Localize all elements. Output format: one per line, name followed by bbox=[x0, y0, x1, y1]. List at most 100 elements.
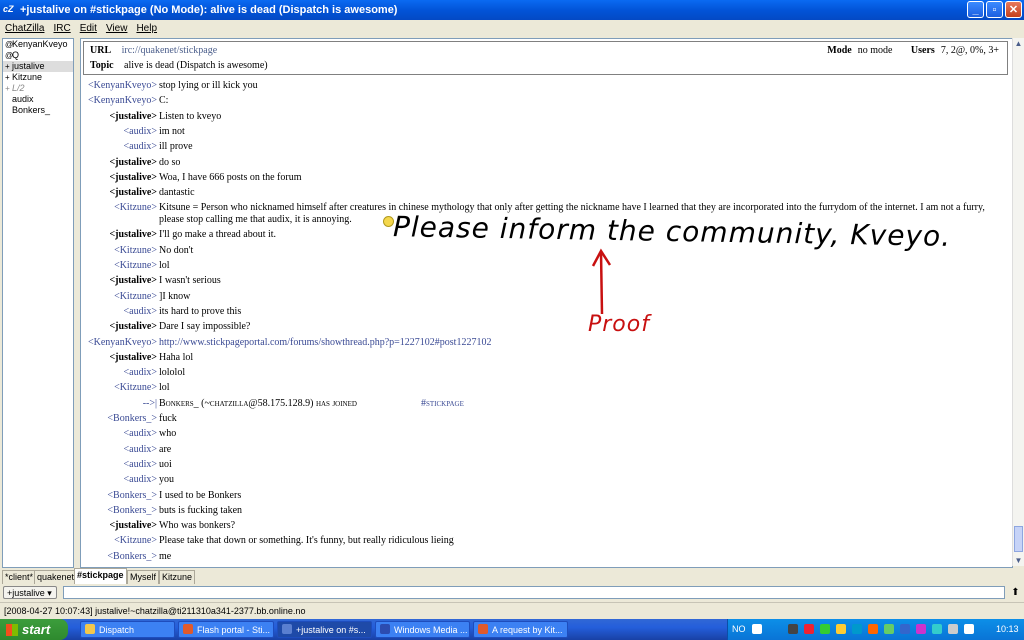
message-nick[interactable]: <Bonkers_> bbox=[107, 413, 157, 425]
antivirus-icon[interactable] bbox=[804, 624, 814, 634]
chat-scrollbar[interactable]: ▲ ▼ bbox=[1012, 38, 1024, 566]
message-text: who bbox=[159, 428, 177, 440]
message-link[interactable]: http://www.stickpageportal.com/forums/sh… bbox=[159, 337, 491, 349]
user-item[interactable]: + L/2 bbox=[3, 83, 73, 94]
message-nick[interactable]: <audix> bbox=[124, 459, 158, 471]
tray-app-icon[interactable] bbox=[884, 624, 894, 634]
message-nick[interactable]: <Bonkers_> bbox=[107, 490, 157, 502]
status-bar: [2008-04-27 10:07:43] justalive!~chatzil… bbox=[0, 602, 1024, 618]
tray-app-icon[interactable] bbox=[836, 624, 846, 634]
message-nick[interactable]: <justalive> bbox=[109, 111, 157, 123]
message-nick[interactable]: <audix> bbox=[124, 367, 158, 379]
message-text: No don't bbox=[159, 244, 194, 256]
message-nick[interactable]: -->| bbox=[143, 398, 157, 410]
user-item[interactable]: + justalive bbox=[3, 61, 73, 72]
maximize-button[interactable]: ▫ bbox=[986, 1, 1003, 18]
user-nick: Bonkers_ bbox=[12, 105, 51, 115]
menu-view[interactable]: View bbox=[106, 23, 128, 34]
tray-app-icon[interactable] bbox=[852, 624, 862, 634]
start-label: start bbox=[22, 622, 51, 637]
message-nick[interactable]: <Bonkers_> bbox=[107, 551, 157, 563]
message-input[interactable] bbox=[63, 586, 1005, 599]
chat-output[interactable]: URL irc://quakenet/stickpage Topic alive… bbox=[80, 38, 1013, 568]
message-nick[interactable]: <KenyanKveyo> bbox=[88, 95, 157, 107]
user-item[interactable]: audix bbox=[3, 94, 73, 105]
message-nick[interactable]: <Kitzune> bbox=[114, 245, 157, 257]
message-nick[interactable]: <audix> bbox=[124, 474, 158, 486]
media-player-icon bbox=[380, 624, 390, 634]
scroll-thumb[interactable] bbox=[1014, 526, 1023, 552]
message-nick[interactable]: <Kitzune> bbox=[114, 535, 157, 547]
message-nick[interactable]: <audix> bbox=[124, 141, 158, 153]
tab-quakenet[interactable]: quakenet bbox=[34, 570, 78, 584]
help-icon[interactable] bbox=[752, 624, 762, 634]
scroll-up-icon[interactable]: ▲ bbox=[1013, 38, 1024, 49]
message-nick[interactable]: <audix> bbox=[124, 126, 158, 138]
minimize-button[interactable]: _ bbox=[967, 1, 984, 18]
taskbar-item[interactable]: Flash portal - Sti... bbox=[178, 621, 274, 638]
user-item[interactable]: Bonkers_ bbox=[3, 105, 73, 116]
message-nick[interactable]: <justalive> bbox=[109, 187, 157, 199]
user-item[interactable]: @KenyanKveyo bbox=[3, 39, 73, 50]
user-list[interactable]: @KenyanKveyo @Q + justalive + Kitzune + L/2… bbox=[2, 38, 74, 568]
language-indicator[interactable]: NO bbox=[732, 624, 746, 634]
message-nick[interactable]: <KenyanKveyo> bbox=[88, 80, 157, 92]
channel-url[interactable]: irc://quakenet/stickpage bbox=[122, 45, 218, 56]
user-item[interactable]: @Q bbox=[3, 50, 73, 61]
message-nick[interactable]: <justalive> bbox=[109, 520, 157, 532]
clock[interactable]: 10:13 bbox=[996, 624, 1019, 634]
message-text: its hard to prove this bbox=[159, 305, 242, 317]
browser-icon bbox=[478, 624, 488, 634]
user-nick: Q bbox=[12, 50, 20, 60]
message-nick[interactable]: <Kitzune> bbox=[114, 382, 157, 394]
tray-app-icon[interactable] bbox=[820, 624, 830, 634]
menu-edit[interactable]: Edit bbox=[80, 23, 97, 34]
menu-help[interactable]: Help bbox=[136, 23, 157, 34]
nick-label: +justalive bbox=[7, 588, 45, 598]
message-nick[interactable]: <audix> bbox=[124, 428, 158, 440]
close-button[interactable]: ✕ bbox=[1005, 1, 1022, 18]
network-icon[interactable] bbox=[788, 624, 798, 634]
message-nick[interactable]: <justalive> bbox=[109, 321, 157, 333]
tray-app-icon[interactable] bbox=[900, 624, 910, 634]
message-nick[interactable]: <audix> bbox=[124, 306, 158, 318]
chatzilla-icon bbox=[282, 624, 292, 634]
message-nick[interactable]: <Kitzune> bbox=[114, 291, 157, 303]
multiline-toggle-icon[interactable]: ⬆ bbox=[1010, 586, 1021, 599]
taskbar-item[interactable]: +justalive on #s... bbox=[277, 621, 372, 638]
tab-kitzune[interactable]: Kitzune bbox=[159, 570, 196, 584]
tray-app-icon[interactable] bbox=[916, 624, 926, 634]
message-nick[interactable]: <justalive> bbox=[109, 157, 157, 169]
taskbar-item[interactable]: Windows Media ... bbox=[375, 621, 470, 638]
volume-icon[interactable] bbox=[948, 624, 958, 634]
message-nick[interactable]: <Bonkers_> bbox=[107, 505, 157, 517]
start-button[interactable]: start bbox=[0, 619, 68, 640]
tray-app-icon[interactable] bbox=[932, 624, 942, 634]
menu-irc[interactable]: IRC bbox=[53, 23, 70, 34]
message-nick[interactable]: <justalive> bbox=[109, 352, 157, 364]
message-nick[interactable]: <justalive> bbox=[109, 275, 157, 287]
message-nick[interactable]: <Kitzune> bbox=[114, 260, 157, 272]
channel-link[interactable]: #stickpage bbox=[421, 398, 464, 410]
tab-stickpage[interactable]: #stickpage bbox=[74, 568, 127, 584]
tab-client[interactable]: *client* bbox=[2, 570, 37, 584]
user-item[interactable]: + Kitzune bbox=[3, 72, 73, 83]
tray-app-icon[interactable] bbox=[868, 624, 878, 634]
taskbar-item[interactable]: A request by Kit... bbox=[473, 621, 568, 638]
proof-annotation: Proof bbox=[588, 312, 650, 337]
message-nick[interactable]: <KenyanKveyo> bbox=[88, 337, 157, 349]
channel-topic[interactable]: alive is dead (Dispatch is awesome) bbox=[124, 60, 268, 71]
message-nick[interactable]: <justalive> bbox=[109, 172, 157, 184]
menu-chatzilla[interactable]: ChatZilla bbox=[5, 23, 44, 34]
tab-myself[interactable]: Myself bbox=[127, 570, 160, 584]
message-nick[interactable]: <Kitzune> bbox=[114, 202, 157, 214]
taskbar-item[interactable]: Dispatch bbox=[80, 621, 175, 638]
nick-button[interactable]: +justalive ▾ bbox=[3, 586, 57, 599]
message-text: lol bbox=[159, 382, 170, 394]
message-nick[interactable]: <audix> bbox=[124, 444, 158, 456]
title-bar: cZ +justalive on #stickpage (No Mode): a… bbox=[0, 0, 1024, 20]
scroll-down-icon[interactable]: ▼ bbox=[1013, 555, 1024, 566]
message-nick[interactable]: <justalive> bbox=[109, 229, 157, 241]
message-text: Dare I say impossible? bbox=[159, 321, 251, 333]
tray-app-icon[interactable] bbox=[964, 624, 974, 634]
